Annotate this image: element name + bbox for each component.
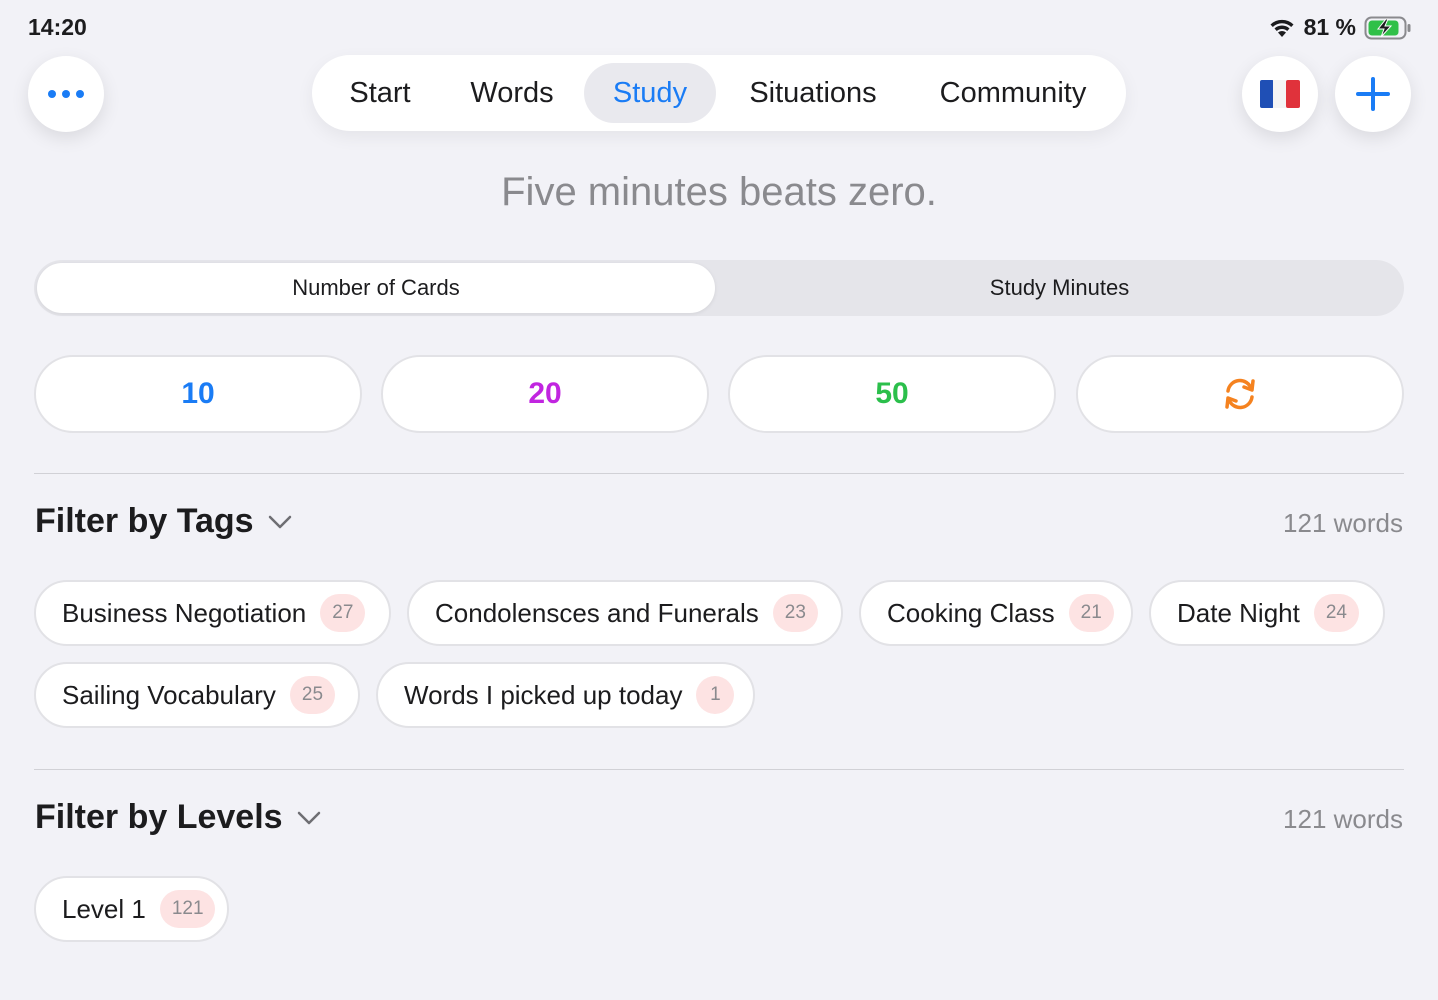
ellipsis-icon: [48, 90, 84, 98]
wifi-icon: [1270, 19, 1294, 37]
level-chip-label: Level 1: [62, 893, 146, 924]
section-divider: [34, 473, 1404, 474]
segment-number-of-cards[interactable]: Number of Cards: [37, 263, 715, 313]
tag-count-badge: 23: [772, 594, 818, 632]
tab-start[interactable]: Start: [330, 63, 430, 123]
levels-word-count: 121 words: [1283, 804, 1403, 834]
chevron-down-icon: [297, 811, 320, 824]
count-50-button[interactable]: 50: [728, 355, 1056, 433]
tag-count-badge: 24: [1313, 594, 1359, 632]
tag-count-badge: 27: [320, 594, 366, 632]
tag-chip-label: Condolensces and Funerals: [435, 597, 759, 628]
section-divider: [34, 769, 1404, 770]
filter-by-levels-header[interactable]: Filter by Levels: [35, 798, 321, 837]
tag-chip-label: Words I picked up today: [404, 679, 683, 710]
status-right: 81 %: [1268, 14, 1412, 41]
more-button[interactable]: [28, 56, 104, 132]
tab-situations[interactable]: Situations: [730, 63, 896, 123]
filter-by-tags-header[interactable]: Filter by Tags: [35, 502, 292, 541]
filter-by-levels-title: Filter by Levels: [35, 798, 283, 836]
tag-chip[interactable]: Condolensces and Funerals 23: [407, 580, 843, 646]
tag-chip[interactable]: Words I picked up today 1: [376, 662, 755, 728]
segment-study-minutes[interactable]: Study Minutes: [718, 263, 1401, 313]
tag-chip[interactable]: Sailing Vocabulary 25: [34, 662, 360, 728]
refresh-count-button[interactable]: [1076, 355, 1404, 433]
tag-chip[interactable]: Cooking Class 21: [859, 580, 1133, 646]
main-tab-bar: Start Words Study Situations Community: [312, 55, 1126, 131]
tag-chip-label: Sailing Vocabulary: [62, 679, 276, 710]
level-count-badge: 121: [159, 890, 215, 928]
status-bar: 14:20 81 %: [0, 0, 1438, 54]
add-button[interactable]: [1335, 56, 1411, 132]
tag-count-badge: 1: [696, 676, 735, 714]
tag-chip[interactable]: Date Night 24: [1149, 580, 1385, 646]
chevron-down-icon: [268, 515, 291, 528]
count-20-button[interactable]: 20: [381, 355, 709, 433]
tag-chip[interactable]: Business Negotiation 27: [34, 580, 391, 646]
filter-by-tags-title: Filter by Tags: [35, 502, 254, 540]
tag-chip-label: Cooking Class: [887, 597, 1055, 628]
language-button[interactable]: [1242, 56, 1318, 132]
tab-words[interactable]: Words: [452, 63, 572, 123]
motto-text: Five minutes beats zero.: [501, 170, 937, 214]
tag-chip-label: Business Negotiation: [62, 597, 307, 628]
tag-count-badge: 21: [1068, 594, 1114, 632]
battery-charging-icon: [1364, 16, 1411, 39]
status-time: 14:20: [28, 14, 87, 40]
refresh-icon: [1225, 378, 1255, 410]
battery-percentage: 81 %: [1303, 14, 1356, 40]
study-mode-segmented-control: Number of Cards Study Minutes: [34, 260, 1404, 316]
plus-icon: [1356, 77, 1390, 111]
level-chip[interactable]: Level 1 121: [34, 876, 229, 942]
tab-community[interactable]: Community: [918, 63, 1108, 123]
french-flag-icon: [1260, 80, 1300, 108]
tag-count-badge: 25: [289, 676, 336, 714]
tag-chip-label: Date Night: [1177, 597, 1300, 628]
tab-study[interactable]: Study: [584, 63, 716, 123]
tags-word-count: 121 words: [1283, 508, 1403, 538]
count-10-button[interactable]: 10: [34, 355, 362, 433]
